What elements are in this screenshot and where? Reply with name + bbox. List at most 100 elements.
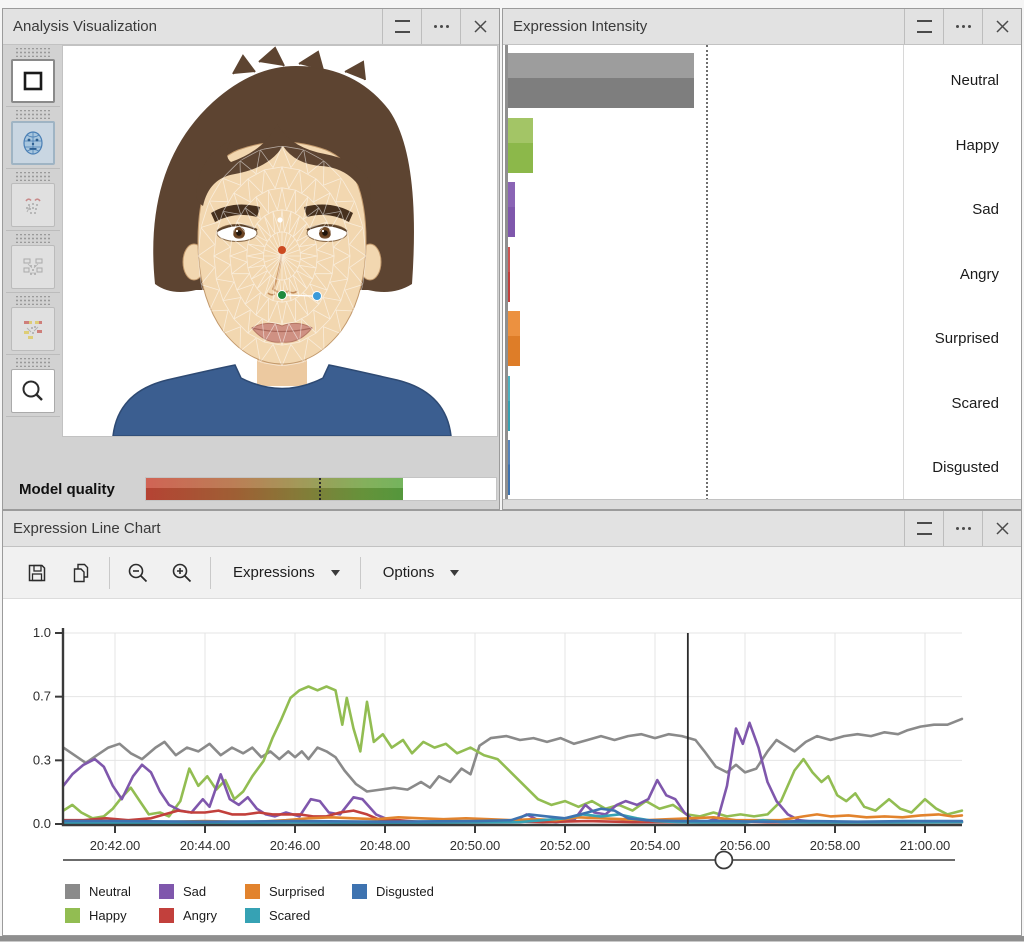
more-icon (962, 25, 965, 28)
zoom-in-icon (170, 561, 194, 585)
intensity-label-neutral: Neutral (879, 53, 999, 108)
legend-item-angry: Angry (159, 907, 217, 923)
frame-select-button[interactable] (11, 59, 55, 103)
tracking-dot-green (278, 291, 287, 300)
intensity-scrollbar-area[interactable] (503, 499, 1021, 509)
drag-grip-icon[interactable] (15, 234, 51, 243)
window-more-button[interactable] (943, 9, 982, 44)
tracking-dot-blue (313, 292, 322, 301)
face-illustration (63, 46, 497, 436)
svg-text:20:48.00: 20:48.00 (360, 838, 411, 853)
drag-grip-icon[interactable] (15, 110, 51, 119)
legend-item-disgusted: Disgusted (352, 883, 434, 899)
landmarks-button[interactable] (11, 183, 55, 227)
expressions-dropdown[interactable]: Expressions (221, 555, 358, 591)
model-quality-label: Model quality (19, 481, 145, 498)
window-close-button[interactable] (460, 9, 499, 44)
svg-text:0.3: 0.3 (33, 752, 51, 767)
timeline-slider-thumb[interactable] (715, 852, 732, 869)
panel-title: Expression Line Chart (13, 520, 904, 537)
panel-title: Expression Intensity (513, 18, 904, 35)
options-dropdown[interactable]: Options (371, 555, 478, 591)
series-line-neutral (63, 719, 962, 792)
titlebar-expression-intensity: Expression Intensity (503, 9, 1021, 45)
titlebar-expression-line-chart: Expression Line Chart (3, 511, 1021, 547)
intensity-bar-disgusted (508, 440, 510, 495)
landmarks-regions-button[interactable] (11, 245, 55, 289)
svg-text:20:50.00: 20:50.00 (450, 838, 501, 853)
panel-expression-intensity: Expression Intensity NeutralHappySadAngr… (502, 8, 1022, 510)
legend-swatch (65, 884, 80, 899)
legend-label: Angry (183, 908, 217, 923)
toolbar-separator (360, 557, 361, 589)
window-close-button[interactable] (982, 9, 1021, 44)
face-analysis-view[interactable] (62, 45, 498, 437)
svg-text:0.0: 0.0 (33, 816, 51, 831)
save-icon (26, 562, 48, 584)
intensity-chart: NeutralHappySadAngrySurprisedScaredDisgu… (503, 45, 1021, 509)
window-menu-button[interactable] (382, 9, 421, 44)
panel-title: Analysis Visualization (13, 18, 382, 35)
face-model-button[interactable] (11, 121, 55, 165)
menu-icon (917, 522, 932, 535)
legend-item-sad: Sad (159, 883, 206, 899)
expressions-dropdown-label: Expressions (233, 564, 315, 581)
legend-item-scared: Scared (245, 907, 310, 923)
zoom-in-button[interactable] (164, 555, 200, 591)
chart-toolbar: Expressions Options (3, 547, 1021, 599)
legend-item-surprised: Surprised (245, 883, 325, 899)
panel-analysis-visualization: Analysis Visualization (2, 8, 500, 510)
legend-item-happy: Happy (65, 907, 127, 923)
intensity-bar-scared (508, 376, 510, 431)
window-more-button[interactable] (421, 9, 460, 44)
copy-button[interactable] (63, 555, 99, 591)
menu-icon (395, 20, 410, 33)
drag-grip-icon[interactable] (15, 296, 51, 305)
legend-swatch (159, 908, 174, 923)
expression-line-chart-svg: 1.00.70.30.020:42.0020:44.0020:46.0020:4… (3, 599, 1021, 934)
zoom-out-icon (126, 561, 150, 585)
save-button[interactable] (19, 555, 55, 591)
chevron-down-icon (450, 570, 459, 576)
options-dropdown-label: Options (383, 564, 435, 581)
close-icon (996, 522, 1009, 535)
window-menu-button[interactable] (904, 9, 943, 44)
intensity-bar-sad (508, 182, 515, 237)
intensity-label-surprised: Surprised (879, 311, 999, 366)
svg-text:21:00.00: 21:00.00 (900, 838, 951, 853)
landmarks-regions-icon (20, 254, 46, 280)
svg-text:20:46.00: 20:46.00 (270, 838, 321, 853)
tracking-dot-red (278, 246, 286, 254)
intensity-label-angry: Angry (879, 247, 999, 302)
magnifier-button[interactable] (11, 369, 55, 413)
drag-grip-icon[interactable] (15, 358, 51, 367)
intensity-bar-surprised (508, 311, 520, 366)
legend-item-neutral: Neutral (65, 883, 131, 899)
window-close-button[interactable] (982, 511, 1021, 546)
zoom-out-button[interactable] (120, 555, 156, 591)
legend-label: Happy (89, 908, 127, 923)
window-more-button[interactable] (943, 511, 982, 546)
svg-text:20:58.00: 20:58.00 (810, 838, 861, 853)
landmarks-intensity-icon (20, 316, 46, 342)
panel-expression-line-chart: Expression Line Chart (2, 510, 1022, 936)
svg-text:1.0: 1.0 (33, 625, 51, 640)
toolbar-separator (210, 557, 211, 589)
drag-grip-icon[interactable] (15, 172, 51, 181)
more-icon (962, 527, 965, 530)
intensity-label-disgusted: Disgusted (879, 440, 999, 495)
window-menu-button[interactable] (904, 511, 943, 546)
toolbar-separator (109, 557, 110, 589)
legend-label: Sad (183, 884, 206, 899)
close-icon (474, 20, 487, 33)
chart-axes (63, 628, 962, 825)
svg-text:20:44.00: 20:44.00 (180, 838, 231, 853)
drag-grip-icon[interactable] (15, 48, 51, 57)
legend-swatch (245, 908, 260, 923)
legend-swatch (159, 884, 174, 899)
close-icon (996, 20, 1009, 33)
line-chart-area: 1.00.70.30.020:42.0020:44.0020:46.0020:4… (3, 599, 1021, 934)
landmarks-intensity-button[interactable] (11, 307, 55, 351)
landmarks-icon (20, 192, 46, 218)
window-bottom-edge (0, 936, 1024, 942)
